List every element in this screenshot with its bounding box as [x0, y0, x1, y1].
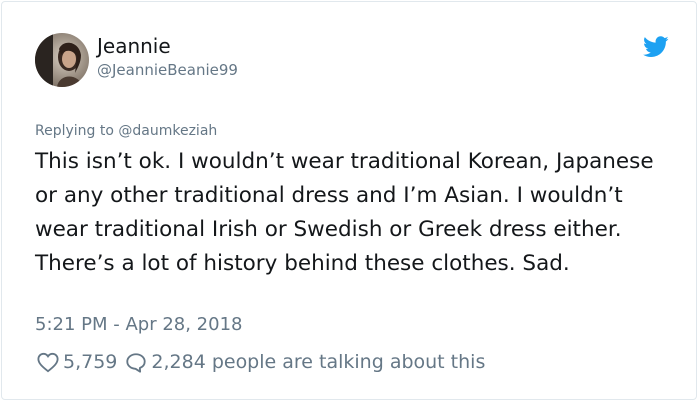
heart-icon: [37, 352, 59, 373]
reply-button[interactable]: 2,284: [125, 351, 206, 373]
like-button[interactable]: 5,759: [37, 351, 125, 373]
tweet-text: This isn’t ok. I wouldn’t wear tradition…: [35, 149, 654, 276]
replying-to[interactable]: Replying to @daumkeziah: [35, 122, 217, 140]
tweet-timestamp[interactable]: 5:21 PM - Apr 28, 2018: [35, 313, 242, 337]
author-name[interactable]: Jeannie: [97, 34, 171, 58]
comment-bubble-icon: [125, 352, 147, 373]
talking-about-label[interactable]: people are talking about this: [212, 351, 486, 373]
avatar[interactable]: [35, 33, 89, 87]
avatar-photo: [35, 33, 89, 87]
twitter-bird-icon[interactable]: [643, 36, 669, 58]
reply-count: 2,284: [151, 351, 206, 373]
tweet-card: Jeannie @JeannieBeanie99 Replying to @da…: [1, 1, 697, 400]
tweet-actions: 5,759 2,284 people are talking about thi…: [37, 347, 485, 377]
author-handle[interactable]: @JeannieBeanie99: [97, 60, 238, 80]
like-count: 5,759: [63, 351, 118, 373]
